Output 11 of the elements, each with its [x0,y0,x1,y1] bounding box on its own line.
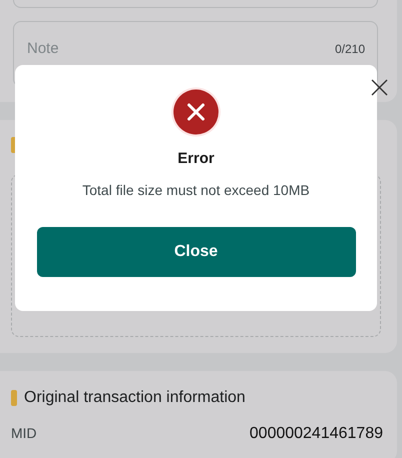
close-button[interactable]: Close [36,227,356,277]
character-counter: 0/210 [334,42,365,56]
section-marker [11,390,17,406]
field-label: MID [11,425,37,443]
dialog-title: Error [178,150,214,167]
dialog-message: Total file size must not exceed 10MB [82,182,310,198]
error-icon [171,87,221,137]
close-icon[interactable] [371,79,388,96]
note-input[interactable]: Note [27,40,227,57]
section-title: Original transaction information [24,389,246,407]
field-value: 000000241461789 [250,425,383,443]
